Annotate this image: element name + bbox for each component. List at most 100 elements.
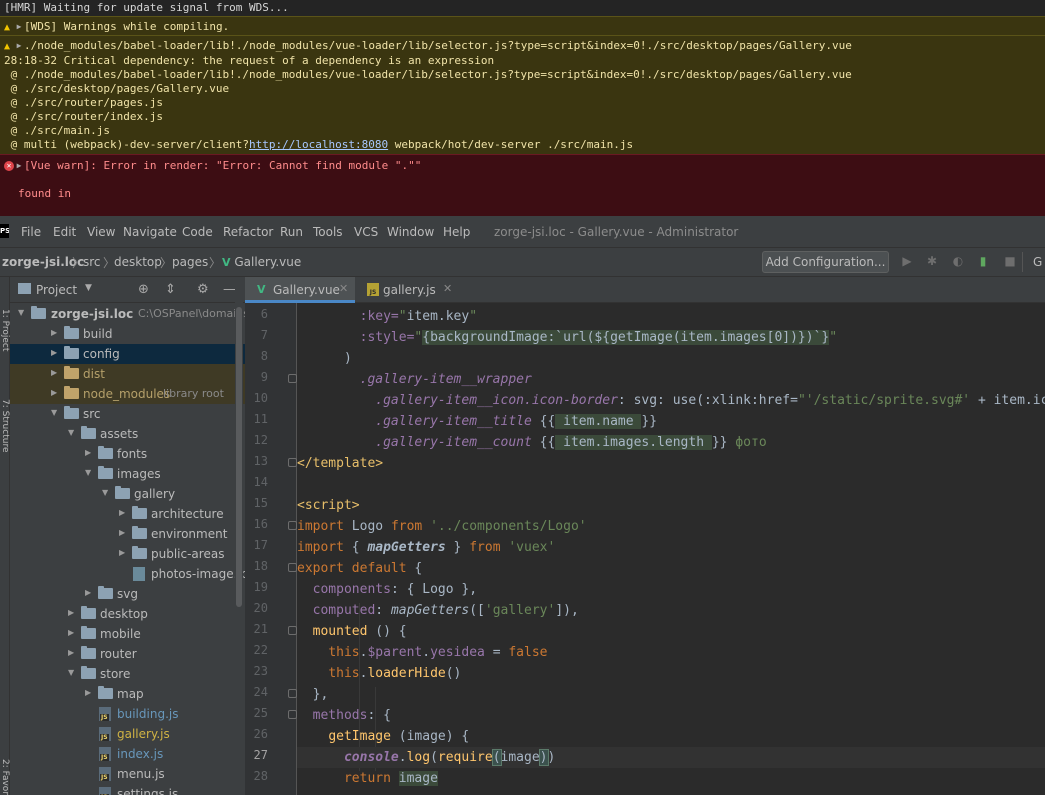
- tree-item[interactable]: ▶ desktop: [10, 604, 245, 624]
- console-wds-warning[interactable]: ▲ ▶ [WDS] Warnings while compiling.: [0, 16, 1045, 36]
- debug-icon[interactable]: ✱: [925, 254, 939, 268]
- tree-item[interactable]: ▼ assets: [10, 424, 245, 444]
- chevron-right-icon[interactable]: ▶: [51, 369, 59, 377]
- tree-item[interactable]: ▶ router: [10, 644, 245, 664]
- chevron-right-icon[interactable]: ▶: [68, 649, 76, 657]
- toolbar-trailing-label[interactable]: G: [1033, 255, 1042, 269]
- expand-arrow-icon[interactable]: ▶: [14, 39, 24, 53]
- breadcrumb-desktop[interactable]: desktop: [114, 255, 162, 269]
- tree-item[interactable]: ▶ config: [10, 344, 245, 364]
- tree-item[interactable]: JS menu.js: [10, 764, 245, 784]
- tree-item[interactable]: ▶ build: [10, 324, 245, 344]
- code-line-28: return image: [343, 771, 438, 786]
- menu-edit[interactable]: Edit: [53, 225, 76, 239]
- chevron-right-icon[interactable]: ▶: [68, 629, 76, 637]
- tab-gallery-vue[interactable]: V Gallery.vue ✕: [245, 277, 355, 303]
- fold-marker-icon[interactable]: [288, 689, 297, 698]
- tree-item[interactable]: photos-image.jpg: [10, 564, 245, 584]
- coverage-icon[interactable]: ◐: [951, 254, 965, 268]
- chevron-down-icon[interactable]: ▼: [68, 669, 76, 677]
- code-area[interactable]: :key="item.key" :style="{backgroundImage…: [297, 303, 1045, 795]
- menu-code[interactable]: Code: [182, 225, 213, 239]
- menu-tools[interactable]: Tools: [313, 225, 343, 239]
- locate-icon[interactable]: ⊕: [138, 282, 149, 297]
- tree-item[interactable]: ▼ store: [10, 664, 245, 684]
- chevron-right-icon[interactable]: ▶: [51, 349, 59, 357]
- tree-item[interactable]: ▶ map: [10, 684, 245, 704]
- chevron-down-icon[interactable]: ▼: [102, 489, 110, 497]
- console-vue-error[interactable]: ✕ ▶ [Vue warn]: Error in render: "Error: C…: [0, 154, 1045, 216]
- close-icon[interactable]: ✕: [443, 282, 452, 295]
- chevron-down-icon[interactable]: ▼: [85, 283, 92, 293]
- tree-item[interactable]: JS building.js: [10, 704, 245, 724]
- tree-item[interactable]: ▶ architecture: [10, 504, 245, 524]
- expand-arrow-icon[interactable]: ▶: [14, 159, 24, 173]
- fold-marker-icon[interactable]: [288, 521, 297, 530]
- tree-item[interactable]: ▶ public-areas: [10, 544, 245, 564]
- project-view-selector[interactable]: Project: [36, 283, 77, 297]
- tree-item[interactable]: ▶ node_modules library root: [10, 384, 245, 404]
- fold-marker-icon[interactable]: [288, 374, 297, 383]
- menu-refactor[interactable]: Refactor: [223, 225, 273, 239]
- chevron-right-icon[interactable]: ▶: [85, 449, 93, 457]
- tree-item[interactable]: ▼ gallery: [10, 484, 245, 504]
- tree-root[interactable]: ▼ zorge-jsi.loc C:\OSPanel\domains\z: [10, 304, 245, 324]
- menu-file[interactable]: File: [21, 225, 41, 239]
- tab-gallery-js[interactable]: JS gallery.js ✕: [355, 277, 463, 303]
- run-icon[interactable]: ▶: [900, 254, 914, 268]
- tree-root-path: C:\OSPanel\domains\z: [138, 307, 245, 320]
- console-webpack-warning[interactable]: ▲ ▶ ./node_modules/babel-loader/lib!./node…: [0, 36, 1045, 154]
- menu-run[interactable]: Run: [280, 225, 303, 239]
- chevron-right-icon[interactable]: ▶: [119, 549, 127, 557]
- tree-item[interactable]: ▶ dist: [10, 364, 245, 384]
- editor-tabs: V Gallery.vue ✕ JS gallery.js ✕: [245, 277, 1045, 303]
- tree-item[interactable]: ▼ images: [10, 464, 245, 484]
- chevron-down-icon[interactable]: ▼: [51, 409, 59, 417]
- fold-marker-icon[interactable]: [288, 710, 297, 719]
- fold-marker-icon[interactable]: [288, 626, 297, 635]
- tree-item[interactable]: ▶ environment: [10, 524, 245, 544]
- profile-icon[interactable]: ▮: [976, 254, 990, 268]
- tree-item[interactable]: JS index.js: [10, 744, 245, 764]
- project-scrollbar[interactable]: [235, 277, 243, 795]
- console-localhost-link[interactable]: http://localhost:8080: [249, 138, 388, 151]
- project-scrollbar-thumb[interactable]: [236, 307, 242, 607]
- menu-view[interactable]: View: [87, 225, 115, 239]
- console-warning-line: 28:18-32 Critical dependency: the reques…: [4, 54, 495, 67]
- fold-marker-icon[interactable]: [288, 563, 297, 572]
- tab-label: Gallery.vue: [273, 283, 340, 297]
- tree-item[interactable]: ▶ mobile: [10, 624, 245, 644]
- tree-item[interactable]: JS gallery.js: [10, 724, 245, 744]
- chevron-down-icon[interactable]: ▼: [68, 429, 76, 437]
- breadcrumb-src[interactable]: src: [83, 255, 101, 269]
- tree-item[interactable]: ▶ svg: [10, 584, 245, 604]
- chevron-right-icon[interactable]: ▶: [68, 609, 76, 617]
- tool-window-project[interactable]: 1: Project: [0, 309, 10, 351]
- chevron-right-icon[interactable]: ▶: [85, 589, 93, 597]
- stop-icon[interactable]: ■: [1003, 254, 1017, 268]
- chevron-down-icon[interactable]: ▼: [85, 469, 93, 477]
- gear-icon[interactable]: ⚙: [197, 282, 209, 297]
- breadcrumb-file[interactable]: V Gallery.vue: [222, 255, 301, 269]
- breadcrumb-pages[interactable]: pages: [172, 255, 208, 269]
- tree-item[interactable]: ▶ fonts: [10, 444, 245, 464]
- chevron-down-icon[interactable]: ▼: [18, 309, 26, 317]
- close-icon[interactable]: ✕: [339, 282, 348, 295]
- chevron-right-icon[interactable]: ▶: [51, 329, 59, 337]
- expand-arrow-icon[interactable]: ▶: [14, 20, 24, 34]
- chevron-right-icon[interactable]: ▶: [119, 529, 127, 537]
- menu-vcs[interactable]: VCS: [354, 225, 378, 239]
- chevron-right-icon[interactable]: ▶: [119, 509, 127, 517]
- add-configuration-button[interactable]: Add Configuration...: [762, 251, 889, 273]
- fold-marker-icon[interactable]: [288, 458, 297, 467]
- chevron-right-icon[interactable]: ▶: [51, 389, 59, 397]
- tool-window-favorites[interactable]: 2: Favorites: [0, 759, 10, 795]
- menu-window[interactable]: Window: [387, 225, 434, 239]
- tree-item[interactable]: JS settings.js: [10, 784, 245, 795]
- chevron-right-icon[interactable]: ▶: [85, 689, 93, 697]
- menu-help[interactable]: Help: [443, 225, 470, 239]
- collapse-all-icon[interactable]: ⇕: [165, 282, 176, 297]
- tool-window-structure[interactable]: 7: Structure: [0, 399, 10, 453]
- menu-navigate[interactable]: Navigate: [123, 225, 177, 239]
- tree-item[interactable]: ▼ src: [10, 404, 245, 424]
